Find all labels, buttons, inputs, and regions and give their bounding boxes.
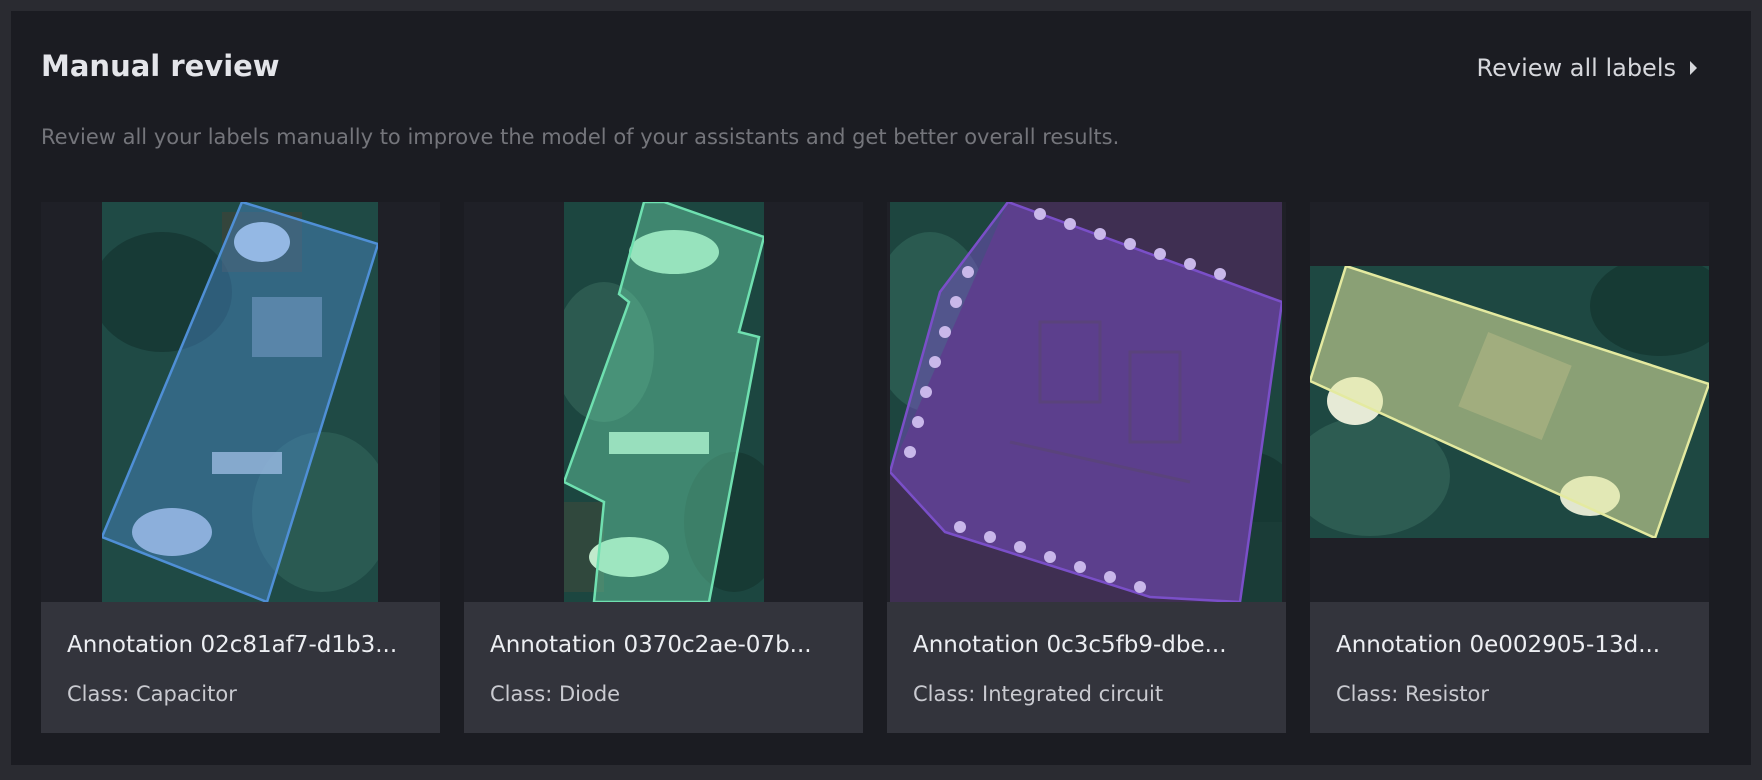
annotation-caption: Annotation 02c81af7-d1b3... Class: Capac…: [41, 602, 440, 733]
integrated-circuit-image: [890, 202, 1282, 602]
annotation-card-capacitor[interactable]: Annotation 02c81af7-d1b3... Class: Capac…: [41, 202, 440, 733]
annotation-card-integrated-circuit[interactable]: Annotation 0c3c5fb9-dbe... Class: Integr…: [887, 202, 1286, 733]
annotation-name: Annotation 0e002905-13d...: [1336, 632, 1661, 658]
section-title: Manual review: [41, 49, 280, 83]
annotation-name: Annotation 0c3c5fb9-dbe...: [913, 632, 1227, 658]
annotation-caption: Annotation 0c3c5fb9-dbe... Class: Integr…: [887, 602, 1286, 733]
annotation-thumbnail: [464, 202, 863, 602]
diode-image: [564, 202, 764, 602]
review-all-labels-label: Review all labels: [1476, 54, 1676, 82]
annotation-thumbnail: [41, 202, 440, 602]
resistor-image: [1310, 266, 1709, 538]
annotation-class: Class: Capacitor: [67, 681, 237, 706]
review-all-labels-link[interactable]: Review all labels: [1477, 54, 1697, 82]
annotation-class: Class: Integrated circuit: [913, 681, 1164, 706]
annotation-thumbnail: [887, 202, 1286, 602]
annotation-name: Annotation 0370c2ae-07b...: [490, 632, 812, 658]
capacitor-image: [102, 202, 378, 602]
manual-review-panel: Manual review Review all labels Review a…: [11, 11, 1751, 765]
section-subtitle: Review all your labels manually to impro…: [41, 125, 1120, 149]
annotation-thumbnail: [1310, 202, 1709, 602]
chevron-right-icon: [1690, 61, 1697, 75]
annotation-caption: Annotation 0370c2ae-07b... Class: Diode: [464, 602, 863, 733]
annotation-card-resistor[interactable]: Annotation 0e002905-13d... Class: Resist…: [1310, 202, 1709, 733]
annotation-card-diode[interactable]: Annotation 0370c2ae-07b... Class: Diode: [464, 202, 863, 733]
annotation-class: Class: Diode: [490, 681, 621, 706]
annotation-class: Class: Resistor: [1336, 681, 1489, 706]
annotation-caption: Annotation 0e002905-13d... Class: Resist…: [1310, 602, 1709, 733]
annotation-name: Annotation 02c81af7-d1b3...: [67, 632, 398, 658]
